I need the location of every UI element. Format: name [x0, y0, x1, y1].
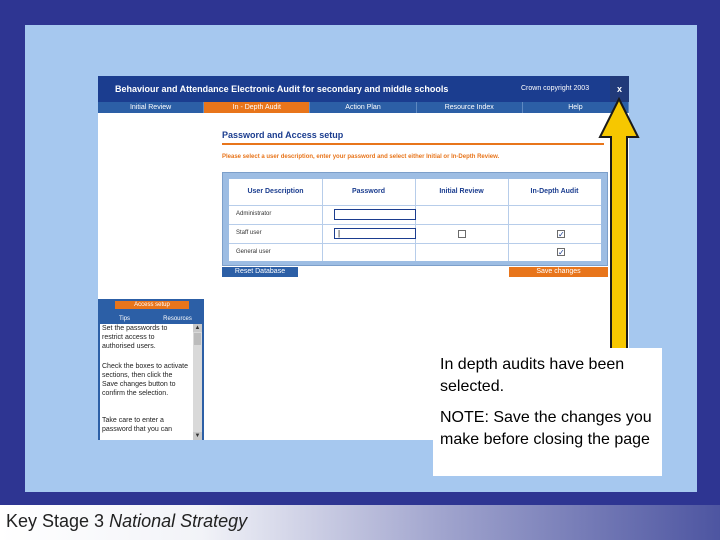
side-panel: Access setup Tips Resources Set the pass… — [98, 299, 204, 440]
staff-in-depth-audit-checkbox[interactable]: ✓ — [557, 230, 565, 239]
strategy-text: National Strategy — [109, 511, 248, 531]
page-title: Password and Access setup — [222, 130, 344, 140]
tab-resources[interactable]: Resources — [151, 315, 204, 323]
staff-user-password-input[interactable]: | — [334, 228, 416, 239]
copyright-text: Crown copyright 2003 — [521, 85, 590, 92]
scroll-thumb[interactable] — [194, 333, 201, 345]
access-grid: User Description Password Initial Review… — [229, 179, 601, 261]
callout-text: In depth audits have been selected. — [440, 356, 625, 395]
tip-text: Set the passwords to restrict access to … — [102, 325, 168, 350]
tab-action-plan[interactable]: Action Plan — [310, 102, 417, 113]
role-staff-user: Staff user — [236, 230, 262, 236]
access-setup-label: Access setup — [115, 301, 189, 309]
callout-box: In depth audits have been selected. NOTE… — [433, 348, 662, 476]
footer-bar: Key Stage 3 National Strategy — [0, 505, 720, 540]
tab-in-depth-audit[interactable]: In - Depth Audit — [204, 102, 311, 113]
role-general-user: General user — [236, 249, 271, 255]
grid-divider — [415, 179, 416, 261]
grid-divider — [229, 243, 601, 244]
grid-divider — [229, 224, 601, 225]
tips-scrollbar[interactable]: ▲ ▼ — [193, 324, 202, 440]
callout-note: NOTE: Save the changes you make before c… — [440, 409, 652, 448]
tab-initial-review[interactable]: Initial Review — [98, 102, 205, 113]
general-in-depth-audit-checkbox[interactable]: ✓ — [557, 248, 565, 257]
role-administrator: Administrator — [236, 211, 272, 217]
main-nav: Initial Review In - Depth Audit Action P… — [98, 102, 629, 113]
column-header-password: Password — [351, 188, 386, 195]
administrator-password-input[interactable] — [334, 209, 416, 220]
instruction-text: Please select a user description, enter … — [222, 154, 500, 160]
title-bar: Behaviour and Attendance Electronic Audi… — [98, 76, 629, 102]
tips-pane: Set the passwords to restrict access to … — [100, 324, 202, 440]
tip-text: Take care to enter a password that you c… — [102, 417, 173, 433]
scroll-up-icon[interactable]: ▲ — [193, 324, 202, 332]
tab-resource-index[interactable]: Resource Index — [417, 102, 523, 113]
save-changes-button[interactable]: Save changes — [509, 267, 608, 277]
column-header-initial-review: Initial Review — [439, 188, 484, 195]
side-tabs: Tips Resources — [98, 315, 204, 323]
column-header-user-description: User Description — [247, 188, 304, 195]
key-stage-text: Key Stage 3 — [6, 511, 105, 531]
tip-text: Check the boxes to activate sections, th… — [102, 363, 188, 397]
grid-divider — [508, 179, 509, 261]
app-title: Behaviour and Attendance Electronic Audi… — [115, 84, 449, 94]
reset-database-button[interactable]: Reset Database — [222, 267, 298, 277]
scroll-down-icon[interactable]: ▼ — [193, 432, 202, 440]
footer-brand: Key Stage 3 National Strategy — [6, 511, 247, 532]
column-header-in-depth-audit: In-Depth Audit — [530, 188, 579, 195]
heading-divider — [222, 143, 604, 145]
pointer-arrow — [598, 97, 640, 358]
tab-tips[interactable]: Tips — [98, 315, 151, 323]
grid-divider — [229, 205, 601, 206]
grid-divider — [322, 179, 323, 261]
staff-initial-review-checkbox[interactable] — [458, 230, 466, 238]
access-table: User Description Password Initial Review… — [222, 172, 608, 266]
